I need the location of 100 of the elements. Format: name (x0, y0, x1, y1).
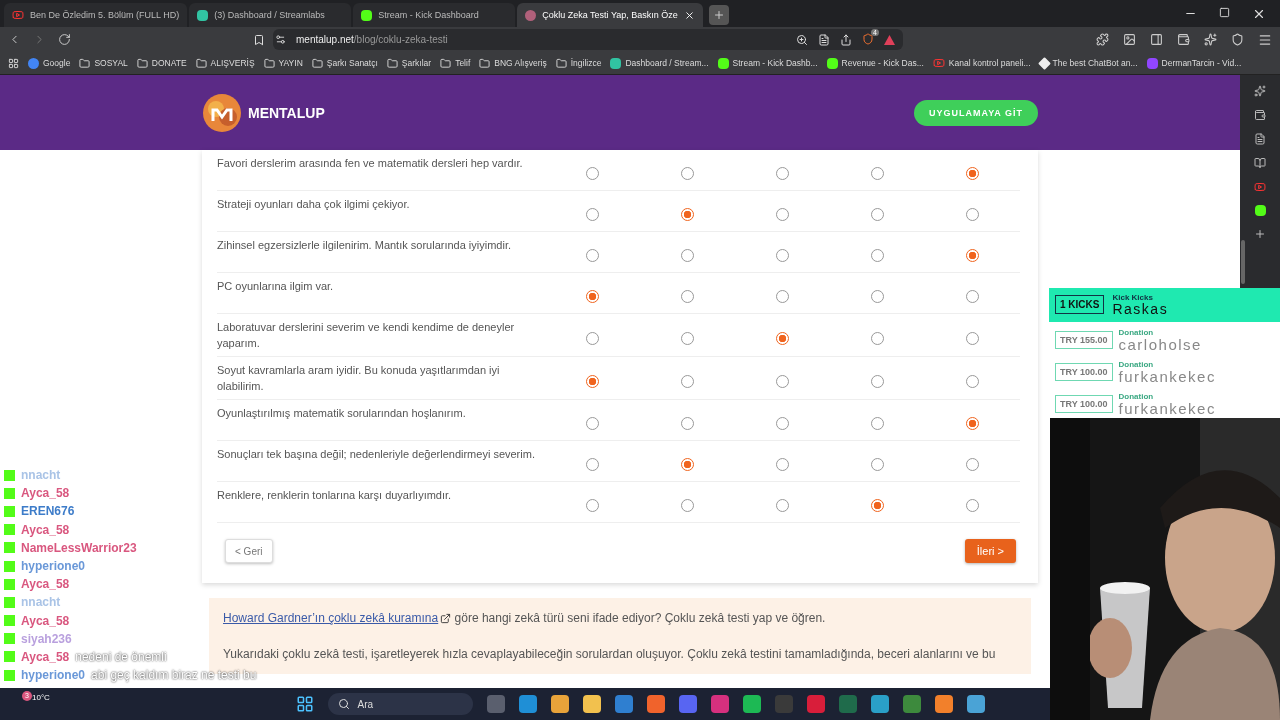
radio-button[interactable] (586, 457, 599, 471)
radio-button[interactable] (776, 207, 789, 221)
radio-button[interactable] (681, 289, 694, 303)
zoom-icon[interactable] (796, 33, 808, 46)
screenshot-icon[interactable] (1123, 33, 1136, 46)
bookmark-item[interactable]: Dashboard / Stream... (610, 57, 709, 69)
radio-button[interactable] (966, 374, 979, 388)
radio-button[interactable] (586, 248, 599, 262)
shield-icon[interactable] (1231, 33, 1244, 46)
video-icon[interactable] (1254, 181, 1266, 193)
radio-button[interactable] (966, 457, 979, 471)
radio-button[interactable] (966, 207, 979, 221)
wallet-icon[interactable] (1254, 109, 1266, 121)
app-icon[interactable] (934, 695, 953, 713)
bookmark-item[interactable]: YAYIN (263, 57, 303, 69)
search-field[interactable]: Ara (327, 693, 473, 715)
radio-button[interactable] (681, 331, 694, 345)
bookmark-item[interactable]: Revenue - Kick Das... (826, 57, 924, 69)
radio-button[interactable] (586, 416, 599, 430)
radio-button[interactable] (586, 166, 599, 180)
radio-button[interactable] (871, 457, 884, 471)
radio-button[interactable] (871, 331, 884, 345)
radio-button[interactable] (681, 498, 694, 512)
back-button[interactable]: < Geri (225, 539, 273, 563)
radio-button[interactable] (586, 207, 599, 221)
sparkle-icon[interactable] (1254, 85, 1266, 97)
app-icon[interactable] (518, 695, 537, 713)
radio-button[interactable] (871, 289, 884, 303)
bookmark-item[interactable]: DermanTarcin - Vid... (1146, 57, 1242, 69)
extensions-icon[interactable] (1096, 33, 1109, 46)
notes-icon[interactable] (1254, 133, 1266, 145)
wallet-icon[interactable] (1177, 33, 1190, 46)
radio-button[interactable] (681, 374, 694, 388)
radio-button[interactable] (776, 416, 789, 430)
browser-tab[interactable]: Stream - Kick Dashboard (353, 3, 516, 27)
radio-button[interactable] (776, 166, 789, 180)
bookmark-item[interactable]: Telif (440, 57, 471, 69)
kick-icon[interactable] (1254, 205, 1266, 216)
radio-button[interactable] (776, 457, 789, 471)
bookmark-item[interactable]: DONATE (136, 57, 187, 69)
bookmark-item[interactable]: BNG Alışveriş (479, 57, 547, 69)
radio-button[interactable] (776, 498, 789, 512)
site-settings-icon[interactable] (275, 34, 286, 45)
radio-button[interactable] (681, 248, 694, 262)
bookmark-item[interactable]: Şarkı Sanatçı (311, 57, 378, 69)
radio-button[interactable] (681, 457, 694, 471)
app-icon[interactable] (646, 695, 665, 713)
radio-button[interactable] (776, 248, 789, 262)
start-icon[interactable] (295, 695, 314, 713)
bookmark-item[interactable]: Şarkılar (386, 57, 432, 69)
theory-link[interactable]: Howard Gardner’ın çoklu zekâ kuramına (223, 608, 452, 628)
radio-button[interactable] (586, 374, 599, 388)
radio-button[interactable] (681, 416, 694, 430)
radio-button[interactable] (871, 498, 884, 512)
maximize-icon[interactable] (1219, 7, 1230, 18)
radio-button[interactable] (966, 289, 979, 303)
reading-list-icon[interactable] (1254, 157, 1266, 169)
radio-button[interactable] (871, 416, 884, 430)
radio-button[interactable] (586, 289, 599, 303)
triangle-icon[interactable] (884, 34, 895, 45)
app-icon[interactable] (742, 695, 761, 713)
browser-tab[interactable]: (3) Dashboard / Streamlabs (189, 3, 352, 27)
browser-tab[interactable]: Ben De Özledim 5. Bölüm (FULL HD) (4, 3, 188, 27)
reader-icon[interactable] (818, 33, 830, 46)
sparkle-icon[interactable] (1204, 33, 1217, 46)
reload-icon[interactable] (58, 33, 71, 46)
bookmark-item[interactable]: Kanal kontrol paneli... (932, 57, 1031, 69)
close-icon[interactable] (1252, 7, 1266, 21)
radio-button[interactable] (871, 374, 884, 388)
radio-button[interactable] (681, 207, 694, 221)
app-icon[interactable] (966, 695, 985, 713)
radio-button[interactable] (586, 331, 599, 345)
bookmark-item[interactable]: SOSYAL (79, 57, 128, 69)
radio-button[interactable] (966, 166, 979, 180)
bookmark-icon[interactable] (253, 33, 265, 46)
radio-button[interactable] (966, 331, 979, 345)
radio-button[interactable] (966, 416, 979, 430)
share-icon[interactable] (840, 33, 852, 46)
app-icon[interactable] (870, 695, 889, 713)
app-icon[interactable] (550, 695, 569, 713)
radio-button[interactable] (681, 166, 694, 180)
bookmark-item[interactable]: İngilizce (555, 57, 602, 69)
radio-button[interactable] (966, 498, 979, 512)
close-icon[interactable] (683, 9, 695, 21)
bookmark-item[interactable]: ALIŞVERİŞ (195, 57, 255, 69)
menu-icon[interactable] (1258, 32, 1272, 47)
apps-icon[interactable] (8, 57, 19, 69)
bookmark-item[interactable]: Stream - Kick Dashb... (717, 57, 818, 69)
sidebar-icon[interactable] (1150, 33, 1163, 46)
radio-button[interactable] (776, 374, 789, 388)
browser-tab[interactable]: Çoklu Zeka Testi Yap, Baskın Öze (517, 3, 703, 27)
scrollbar[interactable] (1241, 240, 1245, 284)
app-icon[interactable] (614, 695, 633, 713)
radio-button[interactable] (871, 207, 884, 221)
radio-button[interactable] (871, 166, 884, 180)
add-icon[interactable] (1254, 228, 1266, 240)
bookmark-item[interactable]: The best ChatBot an... (1039, 58, 1138, 68)
bookmark-item[interactable]: Google (28, 57, 71, 69)
radio-button[interactable] (776, 331, 789, 345)
radio-button[interactable] (966, 248, 979, 262)
